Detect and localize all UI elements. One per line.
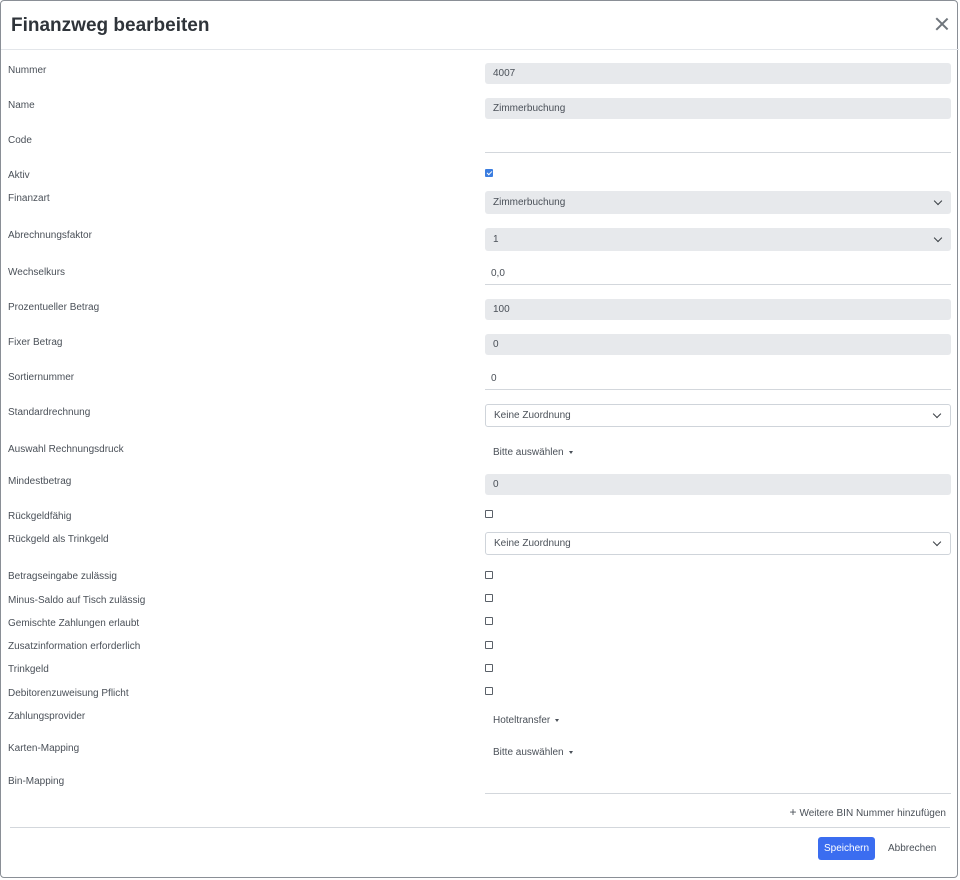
nummer-field: 4007 [485,63,951,84]
abrechnungsfaktor-select[interactable]: 1 [485,228,951,251]
finanzart-value: Zimmerbuchung [493,197,566,208]
standardrechnung-select[interactable]: Keine Zuordnung [485,404,951,427]
label-prozentueller-betrag: Prozentueller Betrag [8,302,100,313]
abrechnungsfaktor-value: 1 [493,234,499,245]
minus-saldo-checkbox[interactable] [485,594,493,602]
rueckgeldfaehig-checkbox[interactable] [485,510,493,518]
label-code: Code [8,135,32,146]
sortiernummer-input[interactable]: 0 [485,369,951,390]
label-auswahl-rechnungsdruck: Auswahl Rechnungsdruck [8,444,124,455]
label-rueckgeldfaehig: Rückgeldfähig [8,511,72,522]
label-debitorenzuweisung: Debitorenzuweisung Pflicht [8,688,129,699]
zusatzinformation-checkbox[interactable] [485,641,493,649]
caret-down-icon [568,450,573,454]
karten-mapping-dropdown[interactable]: Bitte auswählen [493,747,573,758]
caret-down-icon [555,718,560,722]
label-finanzart: Finanzart [8,193,50,204]
aktiv-checkbox[interactable] [485,169,493,177]
label-bin-mapping: Bin-Mapping [8,776,65,787]
chevron-down-icon [933,196,943,206]
caret-down-icon [568,750,573,754]
gemischte-zahlungen-checkbox[interactable] [485,617,493,625]
label-aktiv: Aktiv [8,170,30,181]
karten-mapping-value: Bitte auswählen [493,747,564,758]
wechselkurs-input[interactable]: 0,0 [485,264,951,285]
label-fixer-betrag: Fixer Betrag [8,337,63,348]
auswahl-rechnungsdruck-dropdown[interactable]: Bitte auswählen [493,447,573,458]
label-sortiernummer: Sortiernummer [8,372,75,383]
rueckgeld-trinkgeld-value: Keine Zuordnung [494,538,571,549]
label-mindestbetrag: Mindestbetrag [8,476,72,487]
finanzart-select[interactable]: Zimmerbuchung [485,191,951,214]
standardrechnung-value: Keine Zuordnung [494,410,571,421]
fixer-betrag-field: 0 [485,334,951,355]
label-trinkgeld: Trinkgeld [8,664,49,675]
label-abrechnungsfaktor: Abrechnungsfaktor [8,230,92,241]
dialog-title: Finanzweg bearbeiten [11,15,210,36]
chevron-down-icon [933,233,943,243]
add-bin-label: Weitere BIN Nummer hinzufügen [799,808,946,819]
label-name: Name [8,100,35,111]
zahlungsprovider-dropdown[interactable]: Hoteltransfer [493,715,560,726]
label-gemischte-zahlungen: Gemischte Zahlungen erlaubt [8,618,140,629]
mindestbetrag-field: 0 [485,474,951,495]
label-standardrechnung: Standardrechnung [8,407,91,418]
label-betragseingabe: Betragseingabe zulässig [8,571,117,582]
prozentueller-betrag-field: 100 [485,299,951,320]
plus-icon: + [789,805,797,819]
zahlungsprovider-value: Hoteltransfer [493,715,551,726]
save-button[interactable]: Speichern [818,837,875,860]
trinkgeld-checkbox[interactable] [485,664,493,672]
name-field: Zimmerbuchung [485,98,951,119]
bin-mapping-divider [485,793,951,794]
label-zusatzinformation: Zusatzinformation erforderlich [8,641,141,652]
close-icon[interactable] [933,15,951,33]
footer-divider [10,827,950,828]
chevron-down-icon [932,537,942,547]
label-zahlungsprovider: Zahlungsprovider [8,711,86,722]
rueckgeld-trinkgeld-select[interactable]: Keine Zuordnung [485,532,951,555]
betragseingabe-checkbox[interactable] [485,571,493,579]
code-input[interactable] [485,132,951,153]
label-wechselkurs: Wechselkurs [8,267,66,278]
label-minus-saldo: Minus-Saldo auf Tisch zulässig [8,595,146,606]
chevron-down-icon [932,409,942,419]
cancel-button[interactable]: Abbrechen [882,837,938,860]
label-karten-mapping: Karten-Mapping [8,743,80,754]
dialog-header: Finanzweg bearbeiten [1,1,959,50]
debitorenzuweisung-checkbox[interactable] [485,687,493,695]
label-rueckgeld-trinkgeld: Rückgeld als Trinkgeld [8,534,109,545]
auswahl-rechnungsdruck-value: Bitte auswählen [493,447,564,458]
label-nummer: Nummer [8,65,47,76]
add-bin-button[interactable]: + Weitere BIN Nummer hinzufügen [789,805,946,819]
